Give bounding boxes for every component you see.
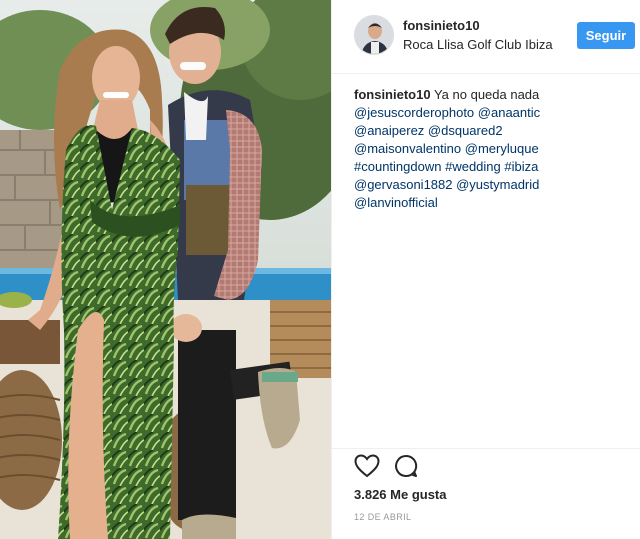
post-author-username[interactable]: fonsinieto10 [403, 18, 480, 33]
caption-tag[interactable]: @maisonvalentino [354, 141, 461, 156]
caption-text: Ya no queda nada [433, 87, 540, 102]
caption-hashtag[interactable]: #wedding [445, 159, 501, 174]
caption-tag[interactable]: @jesuscorderophoto [354, 105, 474, 120]
post-photo[interactable] [0, 0, 331, 539]
post-image [0, 0, 331, 539]
post-caption: fonsinieto10 Ya no queda nada @jesuscord… [354, 86, 614, 212]
post-header: fonsinieto10 Roca Llisa Golf Club Ibiza … [332, 0, 640, 74]
post-details-panel: fonsinieto10 Roca Llisa Golf Club Ibiza … [331, 0, 640, 539]
caption-username[interactable]: fonsinieto10 [354, 87, 431, 102]
follow-button[interactable]: Seguir [577, 22, 635, 49]
caption-tag[interactable]: @lanvinofficial [354, 195, 438, 210]
caption-tag[interactable]: @anaiperez [354, 123, 424, 138]
caption-tag[interactable]: @yustymadrid [456, 177, 539, 192]
caption-hashtag[interactable]: #ibiza [504, 159, 538, 174]
avatar-image [355, 16, 393, 54]
comment-icon[interactable] [394, 454, 418, 478]
caption-tag[interactable]: @anaantic [478, 105, 540, 120]
post-date[interactable]: 12 DE ABRIL [354, 512, 411, 522]
actions-divider [332, 448, 640, 449]
post-location[interactable]: Roca Llisa Golf Club Ibiza [403, 37, 553, 52]
caption-tag[interactable]: @gervasoni1882 [354, 177, 452, 192]
heart-icon[interactable] [354, 454, 380, 478]
caption-hashtag[interactable]: #countingdown [354, 159, 441, 174]
caption-tag[interactable]: @dsquared2 [428, 123, 503, 138]
likes-count[interactable]: 3.826 Me gusta [354, 487, 447, 502]
caption-tag[interactable]: @meryluque [465, 141, 539, 156]
avatar[interactable] [354, 15, 394, 55]
